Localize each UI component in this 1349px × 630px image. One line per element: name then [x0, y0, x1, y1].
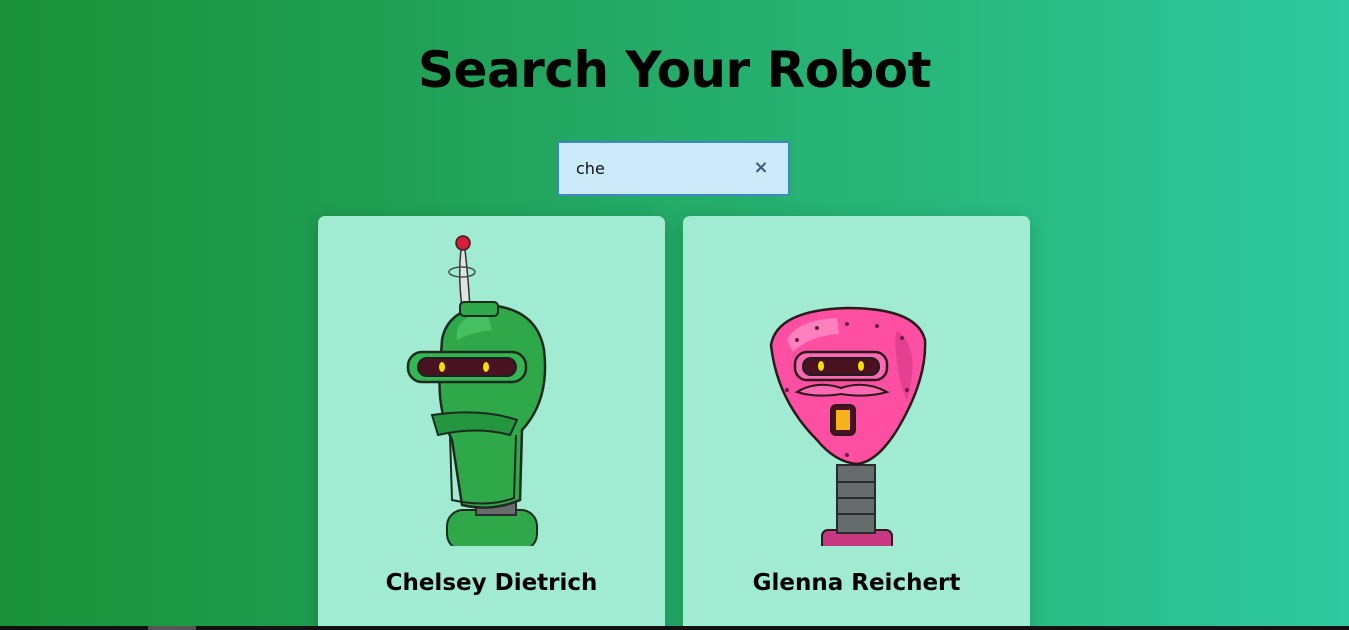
search-box[interactable]: ×	[557, 141, 790, 196]
robot-card[interactable]: Chelsey Dietrich	[318, 216, 665, 630]
robot-name: Glenna Reichert	[752, 570, 961, 596]
clear-icon[interactable]: ×	[752, 158, 770, 178]
taskbar-segment	[148, 626, 196, 630]
pink-robot-avatar	[769, 306, 927, 546]
page-title: Search Your Robot	[418, 41, 931, 99]
robot-card[interactable]: Glenna Reichert	[683, 216, 1030, 630]
robot-name: Chelsey Dietrich	[385, 570, 598, 596]
search-input[interactable]	[576, 143, 746, 194]
taskbar-edge	[0, 626, 1349, 630]
green-robot-avatar	[406, 235, 547, 546]
